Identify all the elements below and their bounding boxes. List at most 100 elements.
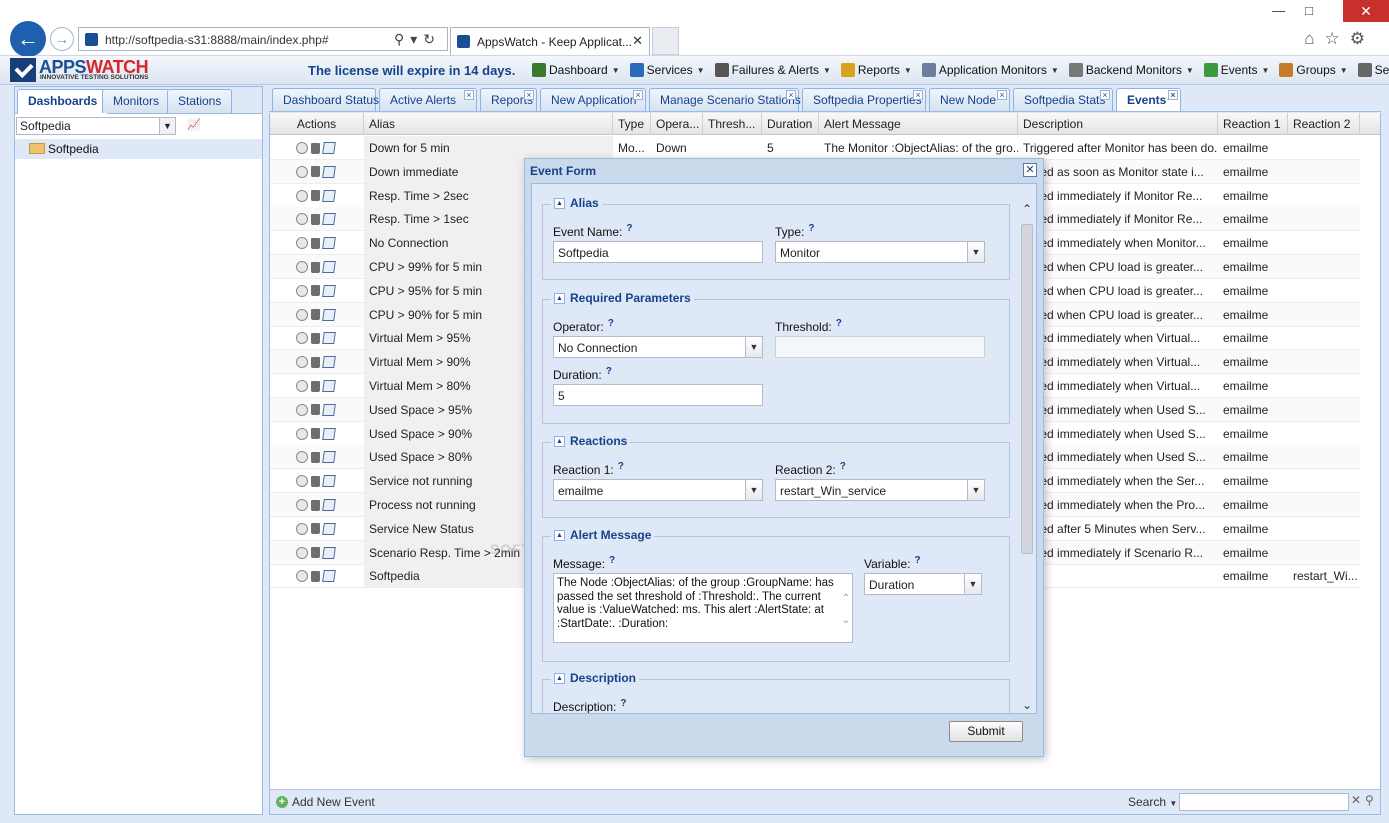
collapse-icon[interactable]: ▲ xyxy=(554,672,565,684)
tab-close-icon[interactable]: × xyxy=(464,90,474,100)
delete-icon[interactable] xyxy=(311,142,320,154)
tree-item-softpedia[interactable]: Softpedia xyxy=(15,139,262,159)
tab-close-icon[interactable]: × xyxy=(1168,90,1178,100)
tab-monitors[interactable]: Monitors xyxy=(102,89,171,113)
menu-events[interactable]: Events ▼ xyxy=(1200,61,1274,79)
type-select[interactable]: Monitor ▼ xyxy=(775,241,985,263)
menu-groups[interactable]: Groups ▼ xyxy=(1275,61,1351,79)
fieldset-legend[interactable]: ▲ Reactions xyxy=(551,434,631,448)
edit-icon[interactable] xyxy=(322,380,336,392)
delete-icon[interactable] xyxy=(311,475,320,487)
delete-icon[interactable] xyxy=(311,380,320,392)
clear-search-icon[interactable]: ✕ xyxy=(1351,793,1361,807)
delete-icon[interactable] xyxy=(311,332,320,344)
event-name-input[interactable]: Softpedia xyxy=(553,241,763,263)
column-header-reaction-1[interactable]: Reaction 1 xyxy=(1218,113,1288,135)
edit-icon[interactable] xyxy=(322,213,336,226)
tab-close-icon[interactable]: × xyxy=(997,90,1007,100)
edit-icon[interactable] xyxy=(322,403,336,416)
add-new-event-button[interactable]: + Add New Event xyxy=(276,795,375,809)
collapse-icon[interactable]: ▲ xyxy=(554,529,565,541)
scroll-up-icon[interactable]: ⌃ xyxy=(1020,202,1034,216)
new-tab-button[interactable] xyxy=(652,27,679,55)
dialog-close-icon[interactable]: ✕ xyxy=(1023,163,1037,177)
message-textarea[interactable]: The Node :ObjectAlias: of the group :Gro… xyxy=(553,573,853,643)
tab-dashboards[interactable]: Dashboards xyxy=(17,89,109,114)
scroll-down-icon[interactable]: ⌄ xyxy=(1020,698,1034,712)
status-icon[interactable] xyxy=(296,261,308,273)
collapse-icon[interactable]: ▲ xyxy=(554,435,565,447)
menu-dashboard[interactable]: Dashboard ▼ xyxy=(528,61,624,79)
column-header-alert-message[interactable]: Alert Message xyxy=(819,113,1018,135)
edit-icon[interactable] xyxy=(322,284,336,297)
status-icon[interactable] xyxy=(296,165,308,178)
status-icon[interactable] xyxy=(296,427,308,440)
delete-icon[interactable] xyxy=(311,237,320,249)
help-icon[interactable]: ? xyxy=(620,698,626,709)
reaction2-select[interactable]: restart_Win_service ▼ xyxy=(775,479,985,501)
help-icon[interactable]: ? xyxy=(840,461,846,472)
help-icon[interactable]: ? xyxy=(606,366,612,377)
delete-icon[interactable] xyxy=(311,523,320,535)
delete-icon[interactable] xyxy=(311,428,320,440)
column-header-reaction-2[interactable]: Reaction 2 xyxy=(1288,113,1360,135)
edit-icon[interactable] xyxy=(322,332,336,345)
edit-icon[interactable] xyxy=(322,142,336,154)
delete-icon[interactable] xyxy=(311,356,320,368)
edit-icon[interactable] xyxy=(322,499,336,511)
threshold-input[interactable] xyxy=(775,336,985,358)
delete-icon[interactable] xyxy=(311,570,320,582)
submit-button[interactable]: Submit xyxy=(949,721,1023,742)
help-icon[interactable]: ? xyxy=(626,223,632,234)
tab-manage-scenario-stations[interactable]: Manage Scenario Stations × xyxy=(649,88,801,111)
menu-reports[interactable]: Reports ▼ xyxy=(837,61,916,79)
delete-icon[interactable] xyxy=(311,285,320,297)
window-close-button[interactable]: ✕ xyxy=(1343,0,1389,22)
column-header-alias[interactable]: Alias xyxy=(364,113,613,135)
help-icon[interactable]: ? xyxy=(808,223,814,234)
delete-icon[interactable] xyxy=(311,213,320,225)
delete-icon[interactable] xyxy=(311,261,320,273)
help-icon[interactable]: ? xyxy=(608,318,614,329)
edit-icon[interactable] xyxy=(322,427,336,440)
menu-services[interactable]: Services ▼ xyxy=(626,61,709,79)
status-icon[interactable] xyxy=(296,308,308,321)
scrollbar-thumb[interactable] xyxy=(1021,224,1033,554)
edit-icon[interactable] xyxy=(322,475,336,488)
delete-icon[interactable] xyxy=(311,190,320,202)
table-row[interactable]: Down for 5 min Mo... Down 5 The Monitor :Obj… xyxy=(270,136,1360,160)
delete-icon[interactable] xyxy=(311,166,320,178)
status-icon[interactable] xyxy=(296,142,308,154)
edit-icon[interactable] xyxy=(322,522,336,535)
edit-icon[interactable] xyxy=(322,570,336,583)
tab-new-application[interactable]: New Application × xyxy=(540,88,646,111)
tab-close-icon[interactable]: ✕ xyxy=(632,33,643,49)
status-icon[interactable] xyxy=(296,237,308,250)
help-icon[interactable]: ? xyxy=(618,461,624,472)
menu-application-monitors[interactable]: Application Monitors ▼ xyxy=(918,61,1063,79)
delete-icon[interactable] xyxy=(311,547,320,559)
edit-icon[interactable] xyxy=(322,546,336,559)
edit-icon[interactable] xyxy=(322,451,336,464)
tab-softpedia-properties[interactable]: Softpedia Properties × xyxy=(802,88,926,111)
edit-icon[interactable] xyxy=(322,356,336,369)
help-icon[interactable]: ? xyxy=(836,318,842,329)
edit-icon[interactable] xyxy=(322,189,336,202)
column-header-type[interactable]: Type xyxy=(613,113,651,135)
forward-button[interactable]: → xyxy=(50,27,74,51)
dashboard-combo[interactable]: Softpedia ▼ xyxy=(16,117,176,135)
back-button[interactable]: ← xyxy=(10,21,46,57)
column-header-description[interactable]: Description xyxy=(1018,113,1218,135)
tab-close-icon[interactable]: × xyxy=(633,90,643,100)
search-input[interactable] xyxy=(1179,793,1349,811)
column-header-duration[interactable]: Duration xyxy=(762,113,819,135)
menu-backend-monitors[interactable]: Backend Monitors ▼ xyxy=(1065,61,1198,79)
help-icon[interactable]: ? xyxy=(914,555,920,566)
tab-reports[interactable]: Reports × xyxy=(480,88,537,111)
status-icon[interactable] xyxy=(296,475,308,488)
search-menu[interactable]: Search ▼ xyxy=(1128,795,1177,809)
reaction1-select[interactable]: emailme ▼ xyxy=(553,479,763,501)
window-controls[interactable]: —□ xyxy=(1272,3,1333,18)
tab-new-node[interactable]: New Node × xyxy=(929,88,1010,111)
edit-icon[interactable] xyxy=(322,308,336,321)
